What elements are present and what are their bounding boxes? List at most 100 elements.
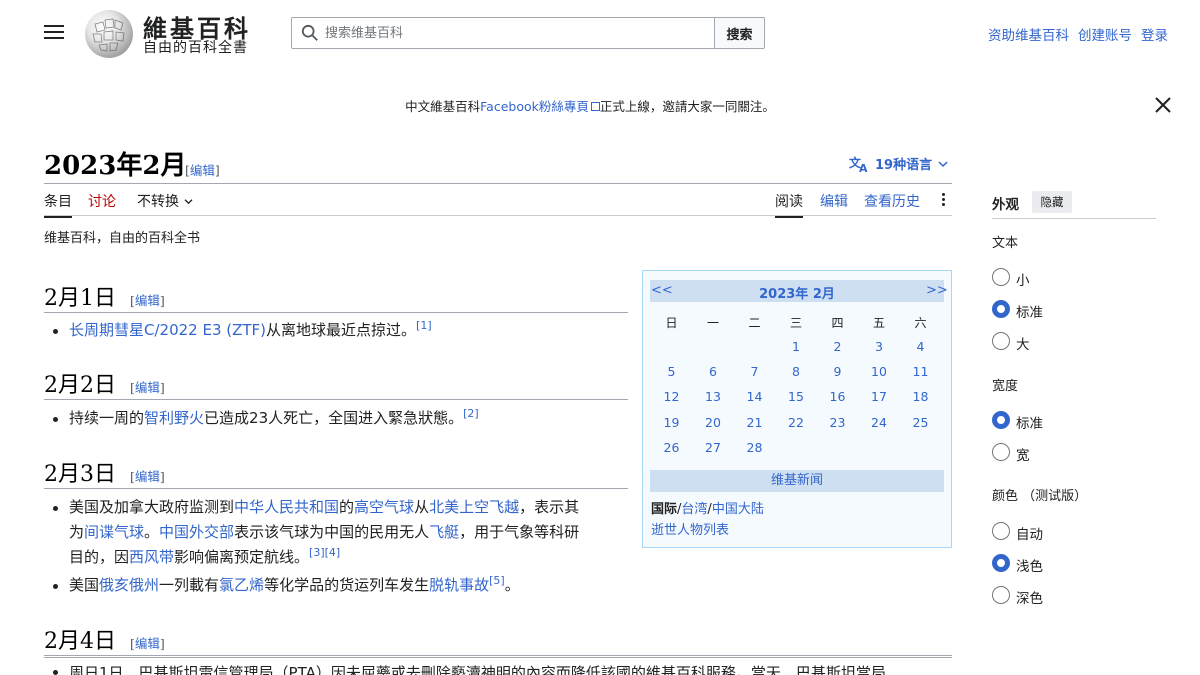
calendar-day-link[interactable]: 9 (817, 364, 858, 379)
deaths-list-link[interactable]: 逝世人物列表 (651, 519, 729, 538)
appearance-radio-label[interactable]: 大 (1016, 333, 1030, 353)
section-heading: 2月2日 [编辑] (44, 367, 165, 399)
item-line: 美国俄亥俄州一列載有氯乙烯等化学品的货运列车发生脱轨事故[5]。 (69, 573, 520, 598)
search-input[interactable] (320, 18, 710, 48)
calendar-title[interactable]: 2023年 2月 (650, 283, 944, 302)
appearance-radio[interactable] (992, 554, 1010, 572)
article-link[interactable]: 飞艇 (429, 523, 459, 541)
calendar-day-link[interactable]: 25 (900, 415, 941, 430)
calendar-day-link[interactable]: 21 (734, 415, 775, 430)
create-account-link[interactable]: 创建账号 (1078, 24, 1132, 44)
tab-talk[interactable]: 讨论 (88, 191, 116, 211)
calendar-day-link[interactable]: 18 (900, 389, 941, 404)
wikipedia-logo-icon[interactable] (85, 10, 133, 58)
calendar-day-link[interactable]: 28 (734, 440, 775, 455)
calendar-day-link[interactable]: 10 (859, 364, 900, 379)
appearance-radio-label[interactable]: 浅色 (1016, 555, 1043, 575)
news-international-link[interactable]: 国际 (651, 502, 677, 517)
appearance-radio[interactable] (992, 268, 1010, 286)
article-link[interactable]: 中华人民共和国 (234, 498, 339, 516)
calendar-next-link[interactable]: >> (926, 283, 948, 298)
article-link[interactable]: 俄亥俄州 (99, 576, 159, 594)
facebook-page-link[interactable]: Facebook粉絲專頁 (480, 99, 589, 114)
section-edit-link[interactable]: 编辑 (135, 469, 160, 484)
news-taiwan-link[interactable]: 台湾 (681, 502, 707, 517)
calendar-day-link[interactable]: 12 (651, 389, 692, 404)
reference-link[interactable]: [1] (416, 319, 432, 332)
article-link[interactable]: 中国外交部 (159, 523, 234, 541)
appearance-radio-label[interactable]: 宽 (1016, 444, 1030, 464)
calendar-prev-link[interactable]: << (651, 283, 673, 298)
news-mainland-link[interactable]: 中国大陆 (712, 502, 764, 517)
appearance-hide-button[interactable]: 隐藏 (1032, 191, 1072, 213)
tab-article[interactable]: 条目 (44, 191, 72, 218)
tab-edit[interactable]: 编辑 (820, 191, 848, 211)
search-button[interactable]: 搜索 (714, 17, 765, 49)
calendar-day-link[interactable]: 23 (817, 415, 858, 430)
calendar-day-link[interactable]: 6 (693, 364, 734, 379)
calendar-day-link[interactable]: 19 (651, 415, 692, 430)
article-link[interactable]: 高空气球 (354, 498, 414, 516)
reference-link[interactable]: [5] (489, 574, 505, 587)
appearance-radio-label[interactable]: 标准 (1016, 412, 1043, 432)
reference-link[interactable]: [2] (463, 407, 479, 420)
tab-read[interactable]: 阅读 (775, 191, 803, 218)
donate-link[interactable]: 资助维基百科 (988, 24, 1069, 44)
section-edit-link[interactable]: 编辑 (135, 636, 160, 651)
article-link[interactable]: 北美上空飞越 (429, 498, 519, 516)
calendar-day-link[interactable]: 14 (734, 389, 775, 404)
calendar-weekday: 一 (706, 316, 719, 330)
calendar-day-link[interactable]: 15 (776, 389, 817, 404)
article-link[interactable]: 智利野火 (144, 409, 204, 427)
calendar-day-link[interactable]: 26 (651, 440, 692, 455)
article-link[interactable]: 间谍气球 (84, 523, 144, 541)
article-link[interactable]: 西风带 (129, 548, 174, 566)
calendar-day-link[interactable]: 13 (693, 389, 734, 404)
calendar-day-link[interactable]: 24 (859, 415, 900, 430)
calendar-day-link[interactable]: 4 (900, 339, 941, 354)
more-options-icon[interactable] (938, 191, 948, 211)
language-button[interactable]: 文 A 19种语言 (849, 154, 948, 173)
calendar-day-link[interactable]: 22 (776, 415, 817, 430)
calendar-day-link[interactable]: 1 (776, 339, 817, 354)
article-link[interactable]: 脱轨事故 (429, 576, 489, 594)
article-link[interactable]: 氯乙烯 (219, 576, 264, 594)
main-menu-icon[interactable] (44, 25, 64, 41)
appearance-radio[interactable] (992, 411, 1010, 429)
appearance-radio[interactable] (992, 332, 1010, 350)
cut-line-text: 周日1日，巴基斯坦電信管理局（PTA）因未屈藥或去刪除褻瀆神明的內容而降低該國的… (69, 664, 886, 675)
calendar-day-link[interactable]: 2 (817, 339, 858, 354)
section-title: 2月4日 (44, 629, 116, 654)
calendar-day-link[interactable]: 3 (859, 339, 900, 354)
login-link[interactable]: 登录 (1141, 24, 1168, 44)
appearance-radio[interactable] (992, 443, 1010, 461)
title-edit-link[interactable]: 编辑 (190, 163, 215, 178)
calendar-day-link[interactable]: 8 (776, 364, 817, 379)
close-icon[interactable] (1154, 96, 1172, 114)
calendar-day-link[interactable]: 27 (693, 440, 734, 455)
section-divider (44, 399, 628, 400)
article-link[interactable]: 长周期彗星C/2022 E3 (ZTF) (69, 321, 266, 339)
calendar-day-link[interactable]: 20 (693, 415, 734, 430)
calendar-day-link[interactable]: 11 (900, 364, 941, 379)
section-edit-link[interactable]: 编辑 (135, 380, 160, 395)
item-text-fragment: ，表示其 (519, 498, 580, 516)
appearance-radio-label[interactable]: 标准 (1016, 301, 1043, 321)
appearance-radio-label[interactable]: 深色 (1016, 587, 1043, 607)
calendar-day-link[interactable]: 7 (734, 364, 775, 379)
appearance-radio-label[interactable]: 自动 (1016, 523, 1043, 543)
section-edit-link[interactable]: 编辑 (135, 293, 160, 308)
calendar-day-link[interactable]: 17 (859, 389, 900, 404)
site-tagline: 自由的百科全書 (143, 40, 248, 56)
appearance-radio[interactable] (992, 586, 1010, 604)
tab-history[interactable]: 查看历史 (864, 191, 920, 211)
appearance-radio[interactable] (992, 522, 1010, 540)
appearance-group-label: 文本 (992, 236, 1019, 251)
variant-dropdown[interactable]: 不转换 (137, 191, 193, 211)
reference-link[interactable]: [3][4] (309, 546, 340, 559)
calendar-day-link[interactable]: 16 (817, 389, 858, 404)
calendar-day-link[interactable]: 5 (651, 364, 692, 379)
appearance-radio-label[interactable]: 小 (1016, 269, 1030, 289)
appearance-radio[interactable] (992, 300, 1010, 318)
wikinews-header[interactable]: 维基新闻 (650, 470, 944, 492)
